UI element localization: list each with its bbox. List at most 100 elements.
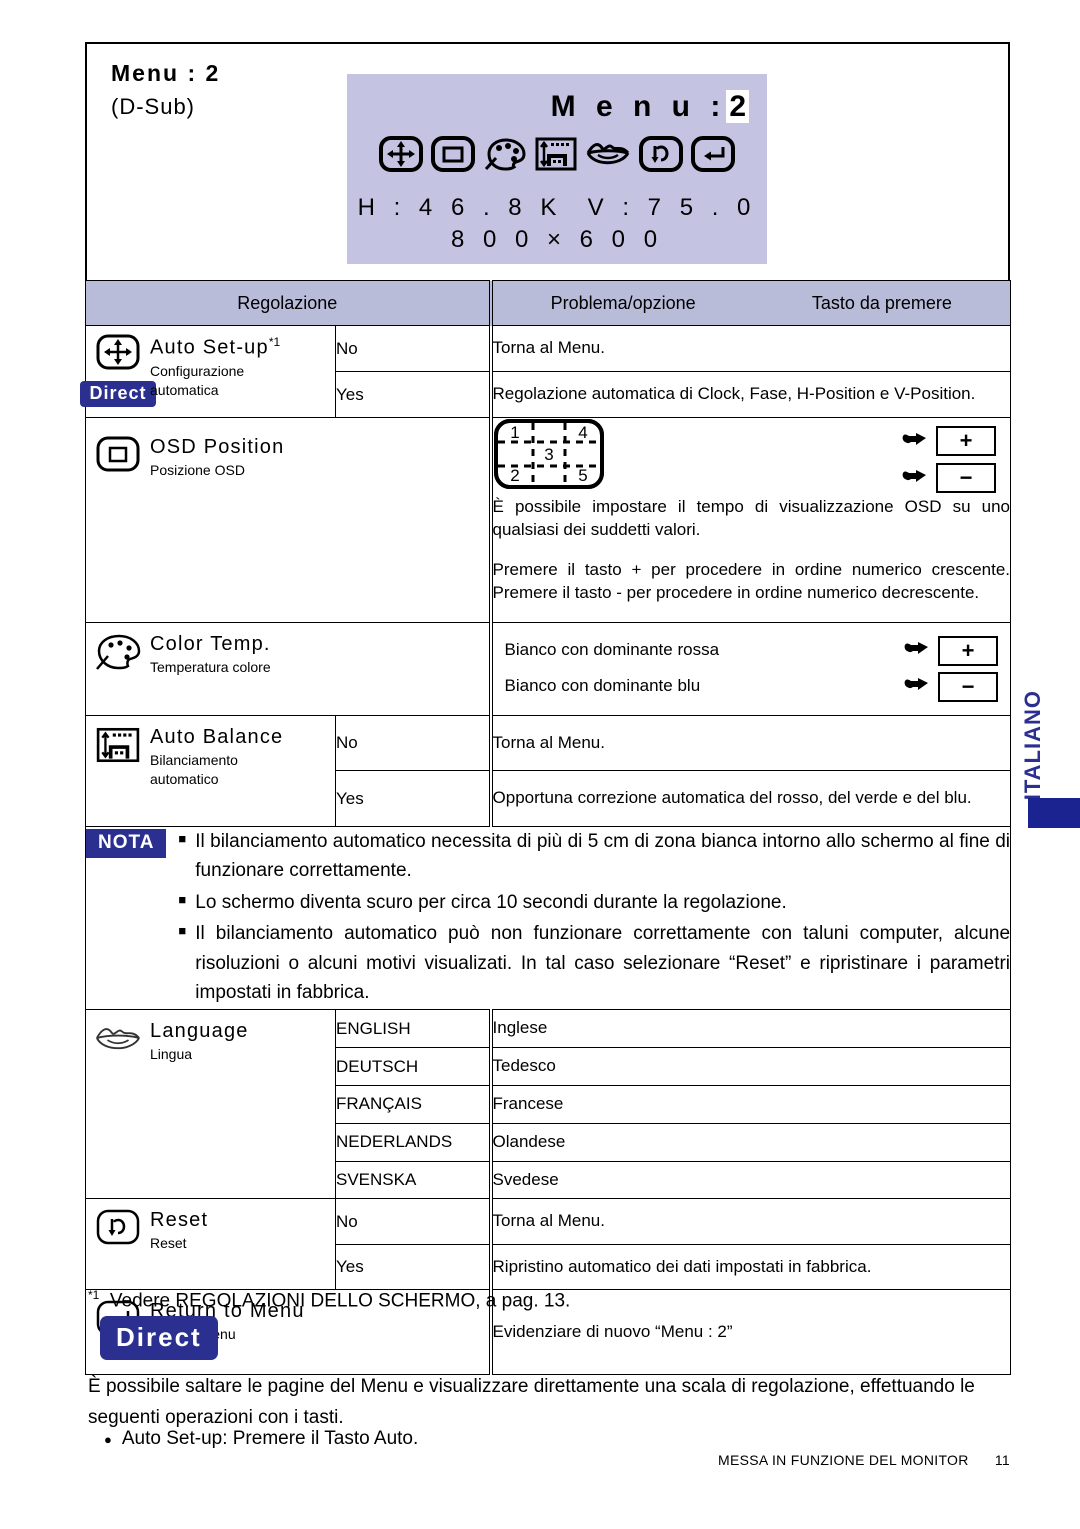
plus-key[interactable]: + <box>938 635 999 666</box>
color-temp-icon[interactable] <box>94 633 142 671</box>
row-label-it: Configurazione automatica <box>150 362 245 398</box>
header-problem: Problema/opzione <box>550 292 696 313</box>
auto-balance-icon[interactable] <box>535 136 577 172</box>
row-label-en: Reset <box>150 1209 209 1232</box>
direct-section-bullet: ● Auto Set-up: Premere il Tasto Auto. <box>104 1428 418 1450</box>
row-label-it: Bilanciamento automatico <box>150 751 238 787</box>
table-row: Color Temp. Temperatura colore Bianco co… <box>84 621 1012 716</box>
option-cell[interactable]: Yes <box>334 371 492 418</box>
svg-text:4: 4 <box>578 423 587 442</box>
table-row: Language Lingua ENGLISH Inglese <box>85 1009 1012 1200</box>
osd-position-icon[interactable] <box>96 436 140 472</box>
key-hint-group: + − <box>901 426 997 493</box>
nota-badge: NOTA <box>86 828 167 858</box>
nota-row: NOTA ■ Il bilanciamento automatico neces… <box>84 825 1012 1011</box>
language-side-tab: ITALIANO <box>1020 690 1045 801</box>
reset-icon[interactable] <box>96 1209 140 1245</box>
footnote-ref: *1 <box>268 335 281 349</box>
row-label-en: Color Temp. <box>150 632 271 655</box>
osd-icon-row <box>347 136 767 172</box>
minus-key[interactable]: − <box>936 463 997 493</box>
osd-screen: M e n u :2 H: 4 6 . 8 K V: 7 5 . 0 8 0… <box>347 74 767 264</box>
row-label-osd-position: OSD Position Posizione OSD <box>84 417 492 623</box>
description-cell: Torna al Menu. <box>488 1198 1012 1245</box>
osd-position-diagram: 1 4 3 2 5 <box>493 418 605 490</box>
osd-position-icon[interactable] <box>431 136 475 172</box>
row-label-en: OSD Position <box>150 435 285 458</box>
row-label-color-temp: Color Temp. Temperatura colore <box>84 621 492 716</box>
footnote-marker: *1 <box>88 1288 100 1302</box>
row-label-auto-setup: Direct Auto Set-up*1 Configurazione auto… <box>80 325 336 418</box>
row-label-it: Posizione OSD <box>150 461 245 478</box>
side-tab-marker <box>1028 798 1080 828</box>
pointing-hand-icon <box>903 636 929 665</box>
option-cell[interactable]: No <box>334 325 492 372</box>
footer-title: MESSA IN FUNZIONE DEL MONITOR <box>718 1452 969 1468</box>
table-row: Direct Auto Set-up*1 Configurazione auto… <box>80 325 1012 418</box>
key-hint-minus: − <box>901 463 997 493</box>
description-cell: Inglese <box>488 1009 1012 1049</box>
row-label-en: Language <box>150 1020 249 1043</box>
row-label-reset: Reset Reset <box>85 1198 336 1291</box>
list-item: ■ Il bilanciamento automatico necessita … <box>178 827 1010 886</box>
direct-section-badge[interactable]: Direct <box>100 1316 218 1360</box>
direct-bullet-text: Auto Set-up: Premere il Tasto Auto. <box>121 1428 419 1449</box>
option-cell[interactable]: No <box>334 1198 492 1245</box>
pointing-hand-icon <box>901 427 927 456</box>
row-label-it: Temperatura colore <box>150 658 271 675</box>
plus-key[interactable]: + <box>936 426 997 456</box>
svg-text:3: 3 <box>544 445 553 464</box>
option-cell[interactable]: NEDERLANDS <box>334 1122 492 1162</box>
language-icon[interactable] <box>585 136 631 172</box>
osd-frequency-line: H : 4 6 . 8 K V : 7 5 . 0 <box>347 194 767 222</box>
option-cell[interactable]: ENGLISH <box>334 1009 492 1049</box>
language-icon[interactable] <box>93 1020 143 1058</box>
round-bullet-icon: ● <box>104 1432 112 1447</box>
reset-icon[interactable] <box>639 136 683 172</box>
pointing-hand-icon <box>903 672 929 701</box>
option-cell[interactable]: Yes <box>334 1243 492 1291</box>
svg-text:1: 1 <box>510 423 519 442</box>
osd-menu-label: M e n u : <box>550 90 727 123</box>
description-cell: Torna al Menu. <box>488 714 1012 772</box>
row-label-en: Auto Set-up*1 <box>150 335 281 359</box>
color-temp-icon[interactable] <box>483 136 527 172</box>
description-cell: Svedese <box>488 1160 1012 1200</box>
auto-setup-icon[interactable] <box>96 334 140 375</box>
option-cell[interactable]: Yes <box>334 770 492 827</box>
minus-key[interactable]: − <box>938 671 999 702</box>
table-row: Auto Balance Bilanciamento automatico No… <box>85 714 1012 827</box>
nota-block: NOTA ■ Il bilanciamento automatico neces… <box>84 825 1012 1011</box>
direct-badge[interactable]: Direct <box>80 381 156 407</box>
description-cell: Ripristino automatico dei dati impostati… <box>488 1243 1012 1291</box>
svg-text:2: 2 <box>510 466 519 485</box>
list-item: ■ Il bilanciamento automatico può non fu… <box>178 919 1010 1007</box>
description-cell: Bianco con dominante rossa <box>504 640 720 660</box>
osd-position-description: + − 1 4 3 2 5 È possibile impostare il t… <box>488 417 1012 623</box>
option-cell[interactable]: DEUTSCH <box>334 1047 492 1086</box>
description-cell: Olandese <box>488 1122 1012 1162</box>
option-cell[interactable]: FRANÇAIS <box>334 1084 492 1124</box>
key-hint-plus: + <box>903 635 999 666</box>
svg-text:5: 5 <box>578 466 587 485</box>
header-problem-key: Problema/opzione Tasto da premere <box>488 280 1012 326</box>
row-label-auto-balance: Auto Balance Bilanciamento automatico <box>85 714 336 827</box>
row-label-language: Language Lingua <box>85 1009 336 1200</box>
auto-balance-icon[interactable] <box>96 726 140 764</box>
footnote-text: Vedere REGOLAZIONI DELLO SCHERMO, a pag.… <box>109 1290 571 1312</box>
option-cell[interactable]: SVENSKA <box>334 1160 492 1200</box>
header-key: Tasto da premere <box>811 292 952 313</box>
option-cell[interactable]: No <box>334 714 492 772</box>
osd-adjustment-table: Regolazione Problema/opzione Tasto da pr… <box>80 280 1012 1376</box>
square-bullet-icon: ■ <box>178 891 187 907</box>
description-cell: Francese <box>488 1084 1012 1124</box>
list-item: ■ Lo schermo diventa scuro per circa 10 … <box>178 888 1010 917</box>
header-adjustment: Regolazione <box>84 280 492 326</box>
return-to-menu-icon[interactable] <box>691 136 735 172</box>
key-hint-plus: + <box>901 426 997 456</box>
row-label-en: Auto Balance <box>150 725 284 748</box>
row-label-it: Reset <box>150 1235 187 1252</box>
osd-position-desc-1: È possibile impostare il tempo di visual… <box>492 497 1011 539</box>
auto-setup-icon[interactable] <box>379 136 423 172</box>
description-cell: Regolazione automatica di Clock, Fase, H… <box>488 371 1012 418</box>
